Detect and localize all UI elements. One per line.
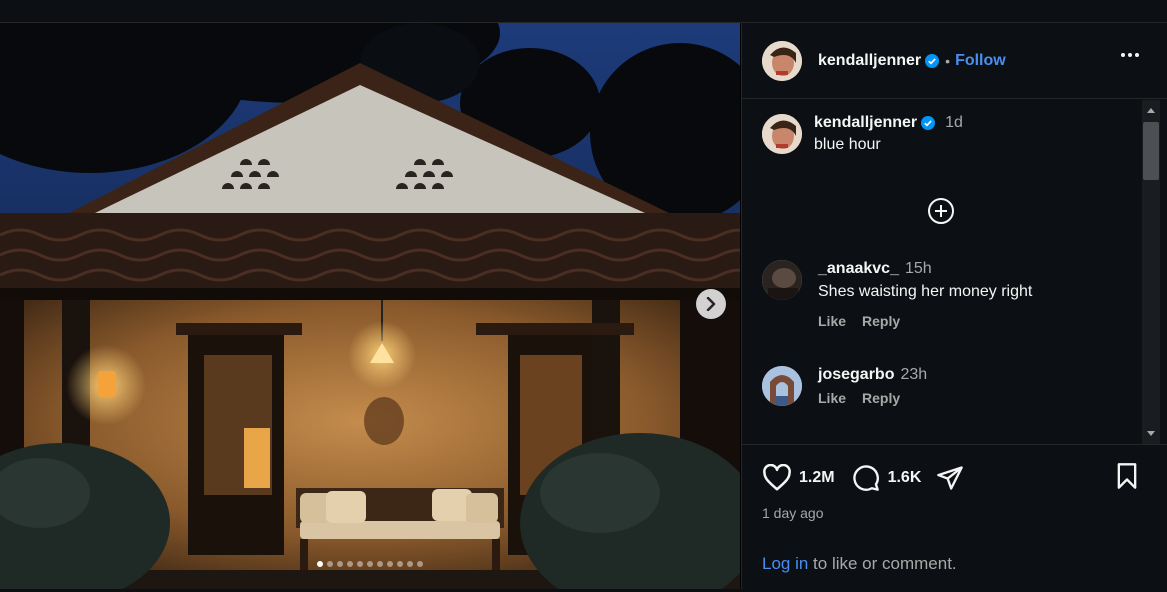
carousel-dot[interactable]	[357, 561, 363, 567]
carousel-dot[interactable]	[317, 561, 323, 567]
post-modal: kendalljenner • Follow kendalljenner 1d …	[0, 22, 1167, 589]
login-prompt: Log in to like or comment.	[762, 554, 957, 574]
login-prompt-text: to like or comment.	[808, 554, 957, 573]
carousel-dot[interactable]	[387, 561, 393, 567]
post-caption: kendalljenner 1d blue hour	[762, 114, 963, 154]
caption-avatar-image	[762, 114, 802, 154]
carousel-dot[interactable]	[407, 561, 413, 567]
share-icon	[937, 466, 964, 490]
comments-list[interactable]: kendalljenner 1d blue hour _anaakvc_ 15h…	[742, 100, 1167, 444]
comment-item: _anaakvc_ 15h Shes waisting her money ri…	[762, 260, 1032, 329]
author-avatar-image	[762, 40, 802, 81]
carousel-dot[interactable]	[397, 561, 403, 567]
chevron-right-icon	[706, 297, 716, 311]
save-button[interactable]	[1114, 462, 1140, 495]
more-options-icon[interactable]	[1121, 53, 1139, 57]
carousel-dot[interactable]	[347, 561, 353, 567]
post-actions-row: 1.2M 1.6K	[762, 462, 1140, 495]
like-comment-button[interactable]: Like	[818, 313, 846, 329]
comment-button[interactable]: 1.6K	[851, 464, 922, 492]
comment-item: josegarbo 23h Like Reply	[762, 366, 927, 406]
load-more-comments-button[interactable]	[926, 196, 956, 226]
caption-username[interactable]: kendalljenner	[814, 114, 917, 132]
scroll-down-arrow-icon[interactable]	[1147, 431, 1155, 436]
commenter-username[interactable]: josegarbo	[818, 366, 894, 384]
post-age[interactable]: 1 day ago	[762, 505, 824, 521]
comment-time[interactable]: 23h	[900, 366, 927, 384]
next-slide-button[interactable]	[696, 289, 726, 319]
carousel-dot[interactable]	[377, 561, 383, 567]
author-username[interactable]: kendalljenner	[818, 52, 921, 70]
like-button[interactable]: 1.2M	[762, 464, 835, 492]
follow-button[interactable]: Follow	[955, 52, 1006, 70]
scrollbar-thumb[interactable]	[1143, 122, 1159, 180]
verified-badge-icon	[925, 53, 940, 68]
comment-icon	[852, 465, 879, 491]
likes-count[interactable]: 1.2M	[799, 469, 835, 487]
carousel-dot[interactable]	[337, 561, 343, 567]
house-photo-image	[0, 23, 740, 589]
comment-text: Shes waisting her money right	[818, 283, 1033, 300]
comments-count[interactable]: 1.6K	[888, 469, 922, 487]
post-footer: 1.2M 1.6K 1 day ago Log in to like or co…	[742, 444, 1167, 589]
carousel-dot[interactable]	[417, 561, 423, 567]
separator-dot: •	[945, 52, 951, 69]
author-avatar[interactable]	[762, 40, 802, 81]
share-button[interactable]	[935, 464, 965, 492]
login-link[interactable]: Log in	[762, 554, 808, 573]
header-user-line: kendalljenner • Follow	[818, 52, 1006, 70]
caption-time[interactable]: 1d	[945, 114, 963, 132]
load-more-plus-icon	[928, 198, 954, 224]
post-header: kendalljenner • Follow	[742, 23, 1167, 99]
post-side-panel: kendalljenner • Follow kendalljenner 1d …	[741, 23, 1167, 589]
carousel-dot[interactable]	[367, 561, 373, 567]
comment-time[interactable]: 15h	[905, 260, 932, 278]
post-photo	[0, 23, 740, 589]
comments-scrollbar[interactable]	[1142, 100, 1160, 444]
commenter-avatar-image	[762, 260, 802, 300]
heart-icon	[763, 464, 791, 491]
commenter-avatar[interactable]	[762, 260, 802, 300]
commenter-username[interactable]: _anaakvc_	[818, 260, 899, 278]
verified-badge-icon	[921, 116, 936, 130]
caption-text: blue hour	[814, 136, 881, 153]
carousel-dot[interactable]	[327, 561, 333, 567]
scroll-up-arrow-icon[interactable]	[1147, 108, 1155, 113]
caption-author-avatar[interactable]	[762, 114, 802, 154]
reply-comment-button[interactable]: Reply	[862, 313, 900, 329]
bookmark-icon	[1117, 462, 1137, 489]
commenter-avatar[interactable]	[762, 366, 802, 406]
like-comment-button[interactable]: Like	[818, 390, 846, 406]
commenter-avatar-image	[762, 366, 802, 406]
reply-comment-button[interactable]: Reply	[862, 390, 900, 406]
carousel-dots	[0, 561, 740, 567]
